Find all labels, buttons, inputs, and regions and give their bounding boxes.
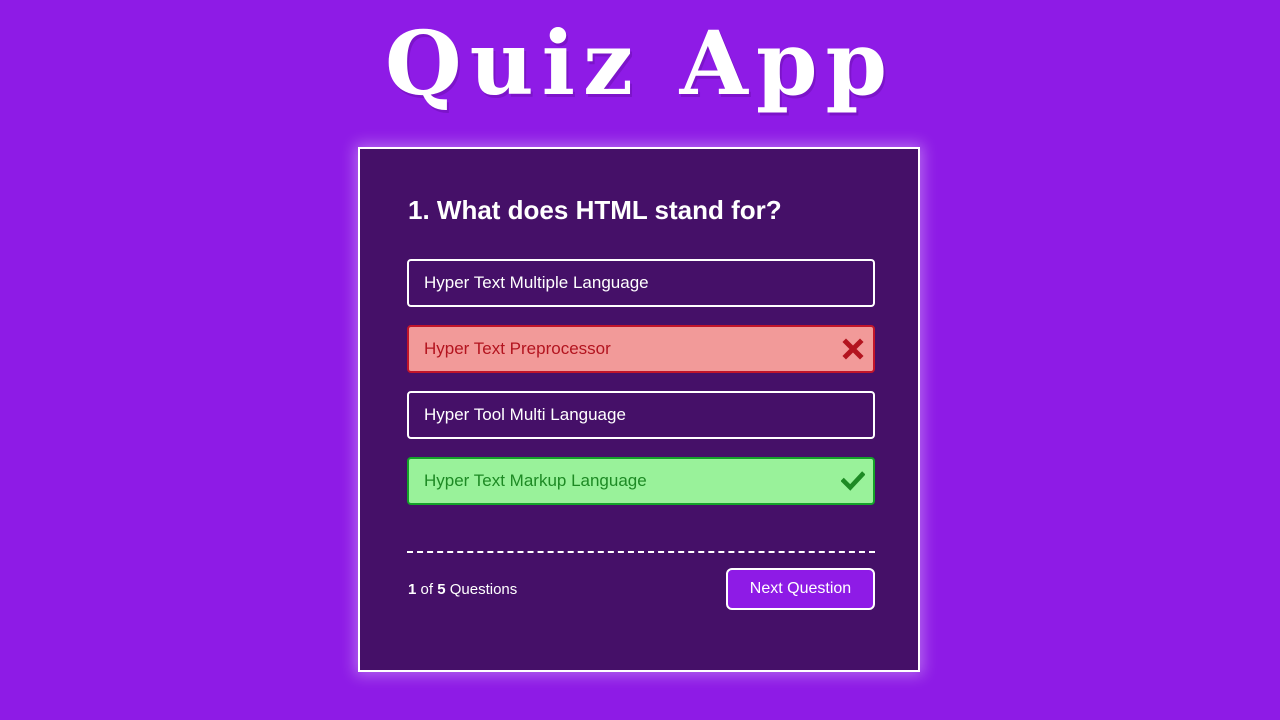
question-text: 1. What does HTML stand for? — [408, 195, 782, 225]
progress-questions-label: Questions — [449, 581, 518, 598]
answer-option-label: Hyper Tool Multi Language — [424, 405, 626, 424]
total-questions-number: 5 — [437, 581, 446, 598]
answer-option-2-incorrect[interactable]: Hyper Text Preprocessor — [407, 325, 875, 373]
quiz-card: 1. What does HTML stand for? Hyper Text … — [358, 147, 920, 672]
answer-option-label: Hyper Text Preprocessor — [424, 339, 611, 358]
footer-divider — [407, 551, 875, 553]
answer-option-4-correct[interactable]: Hyper Text Markup Language — [407, 457, 875, 505]
answer-option-1[interactable]: Hyper Text Multiple Language — [407, 259, 875, 307]
question-progress: 1 of 5 Questions — [408, 581, 517, 598]
x-mark-icon — [841, 337, 865, 361]
check-mark-icon — [841, 469, 865, 493]
answer-option-3[interactable]: Hyper Tool Multi Language — [407, 391, 875, 439]
progress-of-label: of — [420, 581, 434, 598]
next-question-button[interactable]: Next Question — [726, 568, 875, 610]
answer-option-label: Hyper Text Markup Language — [424, 471, 647, 490]
app-title: Quiz App — [384, 11, 895, 115]
current-question-number: 1 — [408, 581, 417, 598]
answer-option-label: Hyper Text Multiple Language — [424, 273, 649, 292]
answer-options: Hyper Text Multiple Language Hyper Text … — [407, 259, 875, 523]
